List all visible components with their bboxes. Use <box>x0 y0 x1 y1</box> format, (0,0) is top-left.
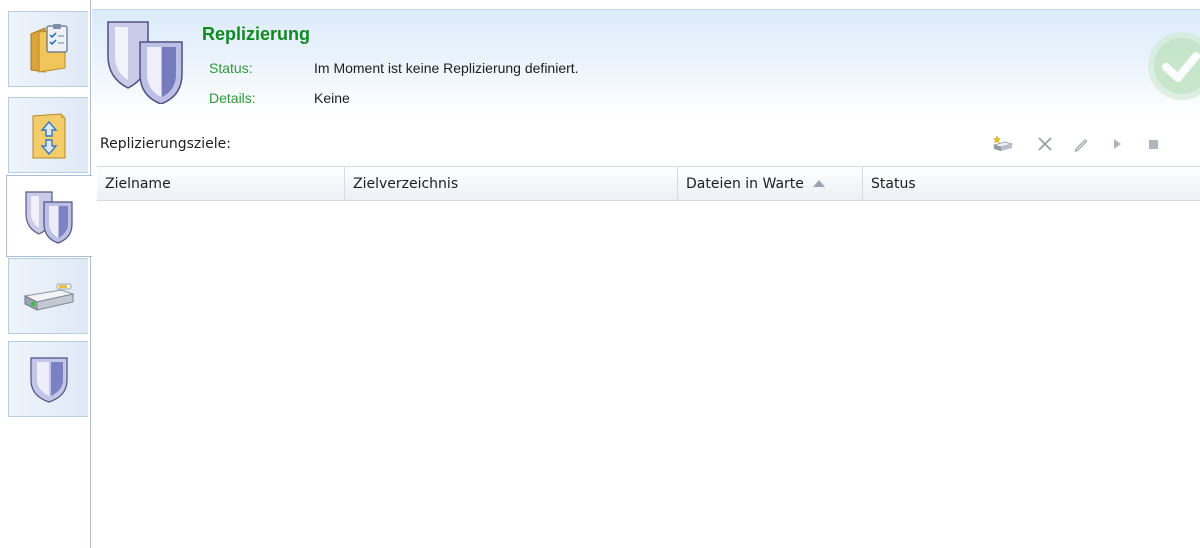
sidebar-item-replication[interactable] <box>6 175 92 257</box>
close-icon <box>1038 137 1052 151</box>
folder-arrows-icon <box>32 113 65 159</box>
column-label: Zielname <box>105 175 171 192</box>
column-header-zielverzeichnis[interactable]: Zielverzeichnis <box>345 167 678 200</box>
details-label: Details: <box>209 90 256 106</box>
replication-targets-list[interactable] <box>97 201 1200 548</box>
double-shield-icon <box>24 191 73 244</box>
column-header-zielname[interactable]: Zielname <box>97 167 345 200</box>
green-checkmark-icon <box>1130 26 1200 110</box>
start-button[interactable] <box>1104 132 1130 156</box>
folder-clipboard-icon <box>30 24 68 73</box>
column-header-status[interactable]: Status <box>863 167 1200 200</box>
column-label: Zielverzeichnis <box>353 175 459 192</box>
replication-header: Replizierung Status: Im Moment ist keine… <box>92 9 1200 117</box>
double-shield-icon <box>104 18 190 108</box>
sidebar-item-security[interactable] <box>8 341 88 417</box>
sidebar-item-drive[interactable] <box>8 258 88 334</box>
sidebar <box>0 0 92 548</box>
sidebar-item-overview[interactable] <box>8 11 88 87</box>
pencil-icon <box>1074 139 1088 152</box>
status-label: Status: <box>209 60 253 76</box>
sort-ascending-icon <box>812 180 825 187</box>
list-toolbar <box>980 128 1190 160</box>
stop-icon <box>1149 140 1158 149</box>
stop-button[interactable] <box>1140 132 1166 156</box>
list-label: Replizierungsziele: <box>100 136 231 152</box>
edit-button[interactable] <box>1068 132 1094 156</box>
column-label: Dateien in Warte <box>686 175 804 192</box>
column-header-dateien-in-warte[interactable]: Dateien in Warte <box>678 167 863 200</box>
delete-button[interactable] <box>1032 132 1058 156</box>
hard-drive-icon <box>22 283 75 311</box>
sidebar-item-sync[interactable] <box>8 97 88 173</box>
page-title: Replizierung <box>202 24 311 44</box>
add-target-button[interactable] <box>990 132 1016 156</box>
shield-icon <box>29 357 68 403</box>
details-value: Keine <box>314 90 350 106</box>
list-header: Zielname Zielverzeichnis Dateien in Wart… <box>97 166 1200 201</box>
status-value: Im Moment ist keine Replizierung definie… <box>314 60 579 76</box>
column-label: Status <box>871 175 916 192</box>
add-drive-icon <box>992 135 1014 151</box>
play-icon <box>1114 139 1121 149</box>
